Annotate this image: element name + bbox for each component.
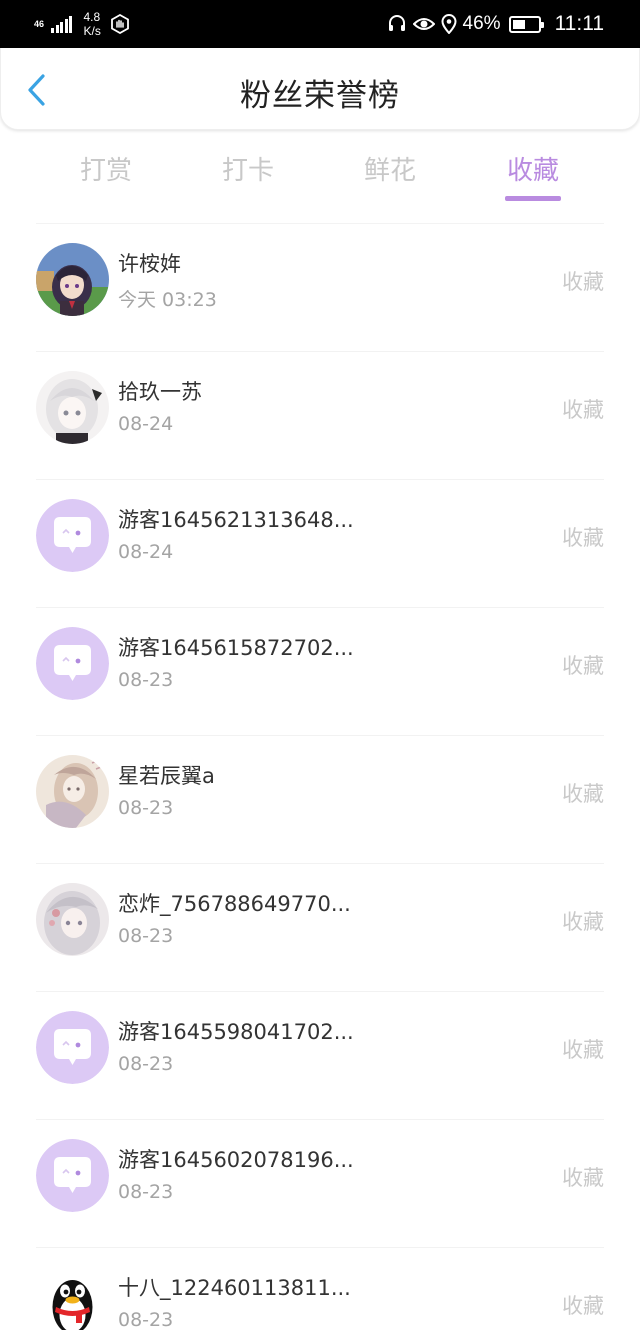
status-bar: 46 4.8 K/s 46% 11:11 (0, 0, 640, 48)
clock: 11:11 (554, 12, 604, 35)
back-button[interactable] (19, 70, 55, 110)
list-item[interactable]: 游客1645621313648... 08-24 收藏 (0, 480, 640, 608)
tab-flowers[interactable]: 鲜花 (345, 150, 435, 187)
list-item[interactable]: 拾玖一苏 08-24 收藏 (0, 352, 640, 480)
anime-girl-avatar-icon (36, 243, 109, 316)
eye-icon (412, 18, 435, 30)
fan-date: 今天 03:23 (118, 289, 217, 311)
location-icon (441, 14, 457, 34)
fan-date: 08-23 (118, 1309, 174, 1330)
fan-date: 08-23 (118, 797, 174, 819)
fan-name: 星若辰翼a (118, 764, 215, 788)
tab-checkin[interactable]: 打卡 (203, 150, 293, 187)
fan-date: 08-23 (118, 925, 174, 947)
avatar[interactable] (36, 499, 109, 572)
guest-avatar-icon (36, 1011, 109, 1084)
tab-reward[interactable]: 打赏 (61, 150, 151, 187)
fan-date: 08-24 (118, 541, 174, 563)
list-item[interactable]: 游客1645615872702... 08-23 收藏 (0, 608, 640, 736)
network-speed-unit: K/s (83, 24, 101, 38)
header-bar: 粉丝荣誉榜 (0, 48, 640, 130)
avatar[interactable] (36, 1011, 109, 1084)
avatar[interactable] (36, 243, 109, 316)
fan-name: 游客1645602078196... (118, 1148, 354, 1172)
list-item[interactable]: 许桉姩 今天 03:23 收藏 (0, 224, 640, 352)
fan-name: 游客1645621313648... (118, 508, 354, 532)
fan-date: 08-23 (118, 1053, 174, 1075)
fan-name: 十八_122460113811... (118, 1276, 351, 1300)
favorite-action[interactable]: 收藏 (562, 778, 604, 808)
active-tab-indicator (505, 196, 561, 201)
headset-icon (388, 15, 405, 31)
favorite-action[interactable]: 收藏 (562, 650, 604, 680)
list-item[interactable]: 游客1645602078196... 08-23 收藏 (0, 1120, 640, 1248)
qq-penguin-avatar-icon (36, 1267, 109, 1330)
fan-date: 08-24 (118, 413, 174, 435)
list-item[interactable]: 游客1645598041702... 08-23 收藏 (0, 992, 640, 1120)
list-item[interactable]: 十八_122460113811... 08-23 收藏 (0, 1248, 640, 1330)
battery-percent: 46% (462, 13, 501, 34)
list-item[interactable]: 恋炸_756788649770... 08-23 收藏 (0, 864, 640, 992)
network-speed-value: 4.8 (83, 10, 101, 24)
list-item[interactable]: 星若辰翼a 08-23 收藏 (0, 736, 640, 864)
tab-bar: 打赏 打卡 鲜花 收藏 (0, 138, 640, 208)
guest-avatar-icon (36, 1139, 109, 1212)
favorite-action[interactable]: 收藏 (562, 906, 604, 936)
fan-name: 恋炸_756788649770... (118, 892, 351, 916)
favorite-action[interactable]: 收藏 (562, 522, 604, 552)
network-type-label: 46 (34, 18, 45, 29)
chevron-left-icon (28, 74, 45, 106)
signal-strength-icon (51, 15, 74, 33)
avatar[interactable] (36, 1267, 109, 1330)
fan-list: 许桉姩 今天 03:23 收藏 拾玖一苏 08-24 收藏 游客16456213… (0, 224, 640, 1330)
fan-date: 08-23 (118, 669, 174, 691)
favorite-action[interactable]: 收藏 (562, 1290, 604, 1320)
favorite-action[interactable]: 收藏 (562, 1162, 604, 1192)
guest-avatar-icon (36, 499, 109, 572)
avatar[interactable] (36, 883, 109, 956)
sketch-girl-avatar-icon (36, 755, 109, 828)
tab-favorites[interactable]: 收藏 (488, 150, 578, 187)
network-type: 46 (34, 18, 48, 29)
avatar[interactable] (36, 371, 109, 444)
network-speed: 4.8 K/s (84, 10, 101, 38)
favorite-action[interactable]: 收藏 (562, 266, 604, 296)
page-title: 粉丝荣誉榜 (240, 78, 400, 114)
fan-name: 游客1645598041702... (118, 1020, 354, 1044)
fan-name: 游客1645615872702... (118, 636, 354, 660)
fan-name: 拾玖一苏 (118, 380, 202, 404)
avatar[interactable] (36, 1139, 109, 1212)
guest-avatar-icon (36, 627, 109, 700)
favorite-action[interactable]: 收藏 (562, 394, 604, 424)
fan-name: 许桉姩 (118, 252, 181, 276)
hand-hexagon-icon (110, 14, 129, 34)
favorite-action[interactable]: 收藏 (562, 1034, 604, 1064)
avatar[interactable] (36, 627, 109, 700)
white-hair-avatar-icon (36, 371, 109, 444)
avatar[interactable] (36, 755, 109, 828)
battery-icon (508, 15, 544, 33)
silver-hair-avatar-icon (36, 883, 109, 956)
fan-date: 08-23 (118, 1181, 174, 1203)
